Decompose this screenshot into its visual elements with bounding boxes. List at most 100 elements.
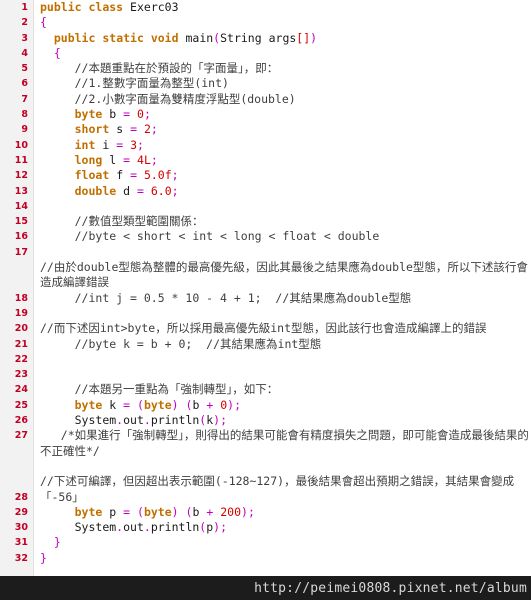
line-content[interactable]: public static void main(String args[]) <box>34 31 531 46</box>
code-line[interactable]: 11 long l = 4L; <box>0 153 531 168</box>
line-content[interactable]: float f = 5.0f; <box>34 168 531 183</box>
watermark-bar: http://peimei0808.pixnet.net/album <box>0 576 531 600</box>
code-line[interactable]: 20 //而下述因int>byte，所以採用最高優先級int型態，因此該行也會造成… <box>0 321 531 336</box>
line-number: 1 <box>21 2 28 13</box>
line-number: 6 <box>21 78 28 90</box>
code-line[interactable]: 10 int i = 3; <box>0 138 531 153</box>
line-content[interactable]: } <box>34 535 531 550</box>
code-line[interactable]: 8 byte b = 0; <box>0 107 531 122</box>
line-content[interactable] <box>34 199 531 214</box>
line-number: 29 <box>14 506 28 518</box>
line-content[interactable]: //byte < short < int < long < float < do… <box>34 229 531 244</box>
line-content[interactable]: //而下述因int>byte，所以採用最高優先級int型態，因此該行也會造成編譯… <box>34 321 531 336</box>
code-line[interactable]: 6 //1.整數字面量為整型(int) <box>0 76 531 91</box>
line-number: 9 <box>21 124 28 136</box>
code-line[interactable]: 15 //數值型類型範圍關係： <box>0 214 531 229</box>
line-content[interactable]: //本題另一重點為「強制轉型」，如下： <box>34 382 531 397</box>
code-line[interactable]: 21 //byte k = b + 0; //其結果應為int型態 <box>0 337 531 352</box>
line-number: 17 <box>14 246 28 258</box>
code-line[interactable]: 24 //本題另一重點為「強制轉型」，如下： <box>0 382 531 397</box>
code-line[interactable]: 31 } <box>0 535 531 550</box>
code-line[interactable]: 5 //本題重點在於預設的「字面量」，即： <box>0 61 531 76</box>
code-line-list: 1 public class Exerc03 2{3 public static v… <box>0 0 531 566</box>
line-number: 23 <box>14 369 28 381</box>
line-content[interactable]: //本題重點在於預設的「字面量」，即： <box>34 61 531 76</box>
code-line[interactable]: 29 byte p = (byte) (b + 200); <box>0 505 531 520</box>
code-editor[interactable]: 1 public class Exerc03 2{3 public static v… <box>0 0 531 600</box>
code-line[interactable]: 3 public static void main(String args[]) <box>0 31 531 46</box>
line-number: 12 <box>14 170 28 182</box>
line-content[interactable]: short s = 2; <box>34 122 531 137</box>
line-number: 31 <box>14 537 28 549</box>
line-content[interactable]: byte b = 0; <box>34 107 531 122</box>
line-content[interactable]: public class Exerc03 <box>34 0 531 15</box>
line-number: 2 <box>21 17 28 29</box>
line-number: 27 <box>14 430 28 442</box>
line-number: 15 <box>14 216 28 228</box>
line-content[interactable]: //下述可編譯，但因超出表示範圍(-128~127)，最後結果會超出預期之錯誤，… <box>34 459 531 505</box>
line-content[interactable]: //byte k = b + 0; //其結果應為int型態 <box>34 337 531 352</box>
line-content[interactable]: { <box>34 15 531 30</box>
line-number: 28 <box>14 491 28 503</box>
line-content[interactable]: long l = 4L; <box>34 153 531 168</box>
code-line[interactable]: 25 byte k = (byte) (b + 0); <box>0 398 531 413</box>
line-content[interactable]: //數值型類型範圍關係： <box>34 214 531 229</box>
line-content[interactable]: int i = 3; <box>34 138 531 153</box>
line-content[interactable]: //1.整數字面量為整型(int) <box>34 76 531 91</box>
line-number: 21 <box>14 338 28 350</box>
code-line[interactable]: 16 //byte < short < int < long < float <… <box>0 229 531 244</box>
code-line[interactable]: 28 //下述可編譯，但因超出表示範圍(-128~127)，最後結果會超出預期之… <box>0 459 531 505</box>
line-content[interactable]: double d = 6.0; <box>34 184 531 199</box>
line-number: 22 <box>14 353 28 365</box>
code-line[interactable]: 14 <box>0 199 531 214</box>
line-number: 10 <box>14 139 28 151</box>
code-line[interactable]: 32} <box>0 551 531 566</box>
line-number: 32 <box>14 552 28 564</box>
line-number: 25 <box>14 399 28 411</box>
line-number: 24 <box>14 384 28 396</box>
code-line[interactable]: 26 System.out.println(k); <box>0 413 531 428</box>
line-number: 5 <box>21 63 28 75</box>
line-number: 16 <box>14 231 28 243</box>
code-line[interactable]: 19 <box>0 306 531 321</box>
line-content[interactable]: { <box>34 46 531 61</box>
line-number: 14 <box>14 200 28 212</box>
line-content[interactable]: byte p = (byte) (b + 200); <box>34 505 531 520</box>
code-line[interactable]: 7 //2.小數字面量為雙精度浮點型(double) <box>0 92 531 107</box>
code-line[interactable]: 18 //由於double型態為整體的最高優先級，因此其最後之結果應為double… <box>0 260 531 306</box>
line-content[interactable]: System.out.println(p); <box>34 520 531 535</box>
line-number: 8 <box>21 109 28 121</box>
code-line[interactable]: 1 public class Exerc03 <box>0 0 531 15</box>
line-number: 4 <box>21 47 28 59</box>
code-line[interactable]: 23 <box>0 367 531 382</box>
line-content[interactable]: //由於double型態為整體的最高優先級，因此其最後之結果應為double型態… <box>34 260 531 306</box>
code-screenshot: 1 public class Exerc03 2{3 public static v… <box>0 0 531 600</box>
line-number: 26 <box>14 415 28 427</box>
line-content[interactable] <box>34 352 531 367</box>
line-number: 20 <box>14 323 28 335</box>
line-content[interactable]: System.out.println(k); <box>34 413 531 428</box>
line-content[interactable]: } <box>34 551 531 566</box>
line-number: 18 <box>14 292 28 304</box>
watermark-url: http://peimei0808.pixnet.net/album <box>254 580 527 596</box>
line-content[interactable]: /*如果進行「強制轉型」，則得出的結果可能會有精度損失之問題，即可能會造成最後結… <box>34 428 531 459</box>
code-line[interactable]: 27 /*如果進行「強制轉型」，則得出的結果可能會有精度損失之問題，即可能會造成… <box>0 428 531 459</box>
line-number: 19 <box>14 307 28 319</box>
line-content[interactable]: //2.小數字面量為雙精度浮點型(double) <box>34 92 531 107</box>
code-line[interactable]: 4 { <box>0 46 531 61</box>
line-number: 3 <box>21 32 28 44</box>
line-content[interactable] <box>34 367 531 382</box>
code-line[interactable]: 13 double d = 6.0; <box>0 184 531 199</box>
line-content[interactable]: byte k = (byte) (b + 0); <box>34 398 531 413</box>
code-line[interactable]: 9 short s = 2; <box>0 122 531 137</box>
code-line[interactable]: 30 System.out.println(p); <box>0 520 531 535</box>
code-line[interactable]: 12 float f = 5.0f; <box>0 168 531 183</box>
line-number: 30 <box>14 522 28 534</box>
code-line[interactable]: 2{ <box>0 15 531 30</box>
code-line[interactable]: 22 <box>0 352 531 367</box>
line-content[interactable] <box>34 245 531 260</box>
line-number: 13 <box>14 185 28 197</box>
line-content[interactable] <box>34 306 531 321</box>
line-number: 7 <box>21 93 28 105</box>
code-line[interactable]: 17 <box>0 245 531 260</box>
